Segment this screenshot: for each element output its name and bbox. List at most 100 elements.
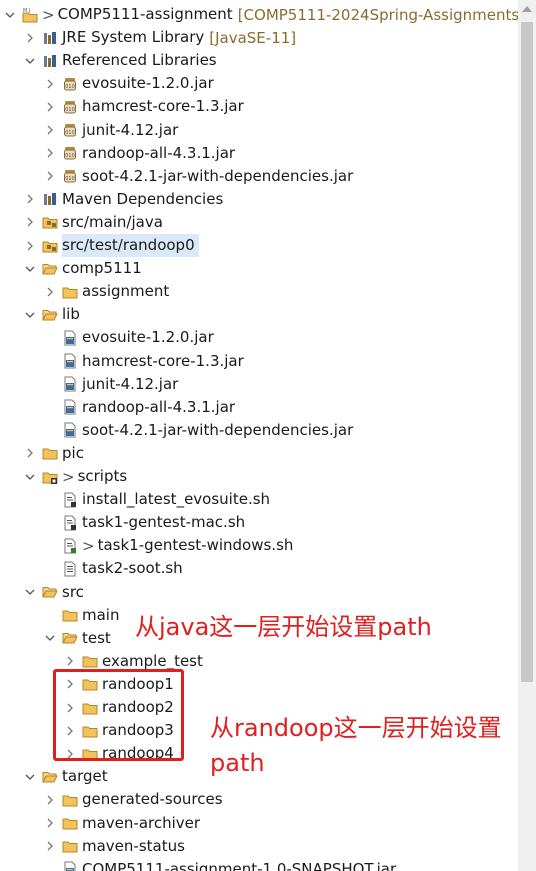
tree-item[interactable]: src/main/java <box>0 211 518 234</box>
svg-text:J: J <box>28 8 30 14</box>
tree-item-label: randoop-all-4.3.1.jar <box>82 143 236 162</box>
text-file-icon <box>62 561 78 577</box>
tree-item[interactable]: lib <box>0 303 518 326</box>
folder-open-icon <box>42 307 58 323</box>
chevron-right-icon[interactable] <box>24 234 36 257</box>
tree-item[interactable]: src <box>0 581 518 604</box>
chevron-right-icon[interactable] <box>44 280 56 303</box>
jar-file-icon <box>62 353 78 369</box>
tree-item[interactable]: M J > COMP5111-assignment [COMP5111-2024Spri… <box>0 3 518 26</box>
chevron-right-icon[interactable] <box>24 211 36 234</box>
tree-item[interactable]: evosuite-1.2.0.jar <box>0 326 518 349</box>
chevron-down-icon[interactable] <box>24 765 36 788</box>
jar-file-icon <box>62 399 78 415</box>
tree-item[interactable]: randoop-all-4.3.1.jar <box>0 396 518 419</box>
chevron-right-icon[interactable] <box>24 188 36 211</box>
tree-item[interactable]: soot-4.2.1-jar-with-dependencies.jar <box>0 419 518 442</box>
chevron-right-icon[interactable] <box>44 119 56 142</box>
tree-item-label: junit-4.12.jar <box>82 374 179 393</box>
annotation-java-note: 从java这一层开始设置path <box>135 613 432 641</box>
tree-item-label: JRE System Library <box>62 28 205 47</box>
chevron-right-icon[interactable] <box>44 788 56 811</box>
tree-item-label: hamcrest-core-1.3.jar <box>82 97 244 116</box>
dirty-marker: > <box>42 5 55 24</box>
tree-item-label: COMP5111-assignment <box>57 5 233 23</box>
tree-item[interactable]: > task1-gentest-windows.sh <box>0 534 518 557</box>
chevron-down-icon[interactable] <box>24 465 36 488</box>
folder-icon <box>62 815 78 831</box>
tree-item-label: evosuite-1.2.0.jar <box>82 328 214 347</box>
chevron-right-icon[interactable] <box>44 142 56 165</box>
chevron-down-icon[interactable] <box>24 303 36 326</box>
tree-item[interactable]: install_latest_evosuite.sh <box>0 488 518 511</box>
tree-item[interactable]: JRE System Library [JavaSE-11] <box>0 26 518 49</box>
jar-icon: 010 <box>62 122 78 138</box>
svg-text:M: M <box>23 8 27 14</box>
tree-item-label: pic <box>62 443 84 462</box>
tree-item-decoration: [JavaSE-11] <box>209 28 297 47</box>
tree-item-label: task1-gentest-mac.sh <box>82 513 246 532</box>
chevron-right-icon[interactable] <box>44 835 56 858</box>
annotation-randoop-note-line1: 从randoop这一层开始设置 <box>210 714 502 742</box>
chevron-right-icon[interactable] <box>24 26 36 49</box>
tree-item[interactable]: hamcrest-core-1.3.jar <box>0 350 518 373</box>
dirty-marker: > <box>82 536 95 555</box>
folder-open-icon <box>42 261 58 277</box>
tree-item[interactable]: task2-soot.sh <box>0 557 518 580</box>
chevron-down-icon[interactable] <box>24 257 36 280</box>
scrollbar-thumb[interactable] <box>521 22 533 682</box>
chevron-down-icon[interactable] <box>24 581 36 604</box>
tree-item[interactable]: generated-sources <box>0 788 518 811</box>
tree-item[interactable]: junit-4.12.jar <box>0 373 518 396</box>
chevron-right-icon[interactable] <box>44 95 56 118</box>
chevron-down-icon[interactable] <box>24 49 36 72</box>
tree-item[interactable]: 010 hamcrest-core-1.3.jar <box>0 95 518 118</box>
tree-item-label: Maven Dependencies <box>62 189 224 208</box>
tree-item[interactable]: 010 soot-4.2.1-jar-with-dependencies.jar <box>0 165 518 188</box>
tree-item[interactable]: 010 evosuite-1.2.0.jar <box>0 72 518 95</box>
tree-item-label: scripts <box>77 467 128 485</box>
tree-item[interactable]: 010 junit-4.12.jar <box>0 119 518 142</box>
tree-item-label: src/test/randoop0 <box>62 234 199 257</box>
chevron-right-icon[interactable] <box>44 72 56 95</box>
tree-item[interactable]: maven-archiver <box>0 812 518 835</box>
tree-item[interactable]: COMP5111-assignment-1.0-SNAPSHOT.jar <box>0 858 518 871</box>
script-file-icon <box>62 492 78 508</box>
tree-item-label: soot-4.2.1-jar-with-dependencies.jar <box>82 420 354 439</box>
source-folder-icon <box>42 214 58 230</box>
tree-item[interactable]: Referenced Libraries <box>0 49 518 72</box>
chevron-down-icon[interactable] <box>4 3 16 26</box>
chevron-right-icon[interactable] <box>44 165 56 188</box>
library-icon <box>42 30 58 46</box>
chevron-right-icon[interactable] <box>24 442 36 465</box>
chevron-down-icon[interactable] <box>44 627 56 650</box>
tree-item-label: src/main/java <box>62 212 163 231</box>
jar-icon: 010 <box>62 76 78 92</box>
folder-open-icon <box>42 584 58 600</box>
tree-item-label: soot-4.2.1-jar-with-dependencies.jar <box>82 166 354 185</box>
chevron-right-icon[interactable] <box>44 812 56 835</box>
folder-icon <box>42 445 58 461</box>
folder-icon <box>62 838 78 854</box>
tree-item[interactable]: 010 randoop-all-4.3.1.jar <box>0 142 518 165</box>
scroll-up-arrow-icon[interactable] <box>522 6 532 12</box>
tree-item[interactable]: src/test/randoop0 <box>0 234 518 257</box>
tree-item-label: randoop-all-4.3.1.jar <box>82 397 236 416</box>
source-folder-icon <box>42 238 58 254</box>
tree-item[interactable]: > scripts <box>0 465 518 488</box>
svg-text:010: 010 <box>65 176 75 182</box>
library-icon <box>42 191 58 207</box>
vertical-scrollbar[interactable] <box>518 0 536 871</box>
tree-item[interactable]: Maven Dependencies <box>0 188 518 211</box>
tree-item[interactable]: maven-status <box>0 835 518 858</box>
tree-item[interactable]: pic <box>0 442 518 465</box>
tree-item[interactable]: task1-gentest-mac.sh <box>0 511 518 534</box>
tree-item[interactable]: comp5111 <box>0 257 518 280</box>
tree-item[interactable]: assignment <box>0 280 518 303</box>
